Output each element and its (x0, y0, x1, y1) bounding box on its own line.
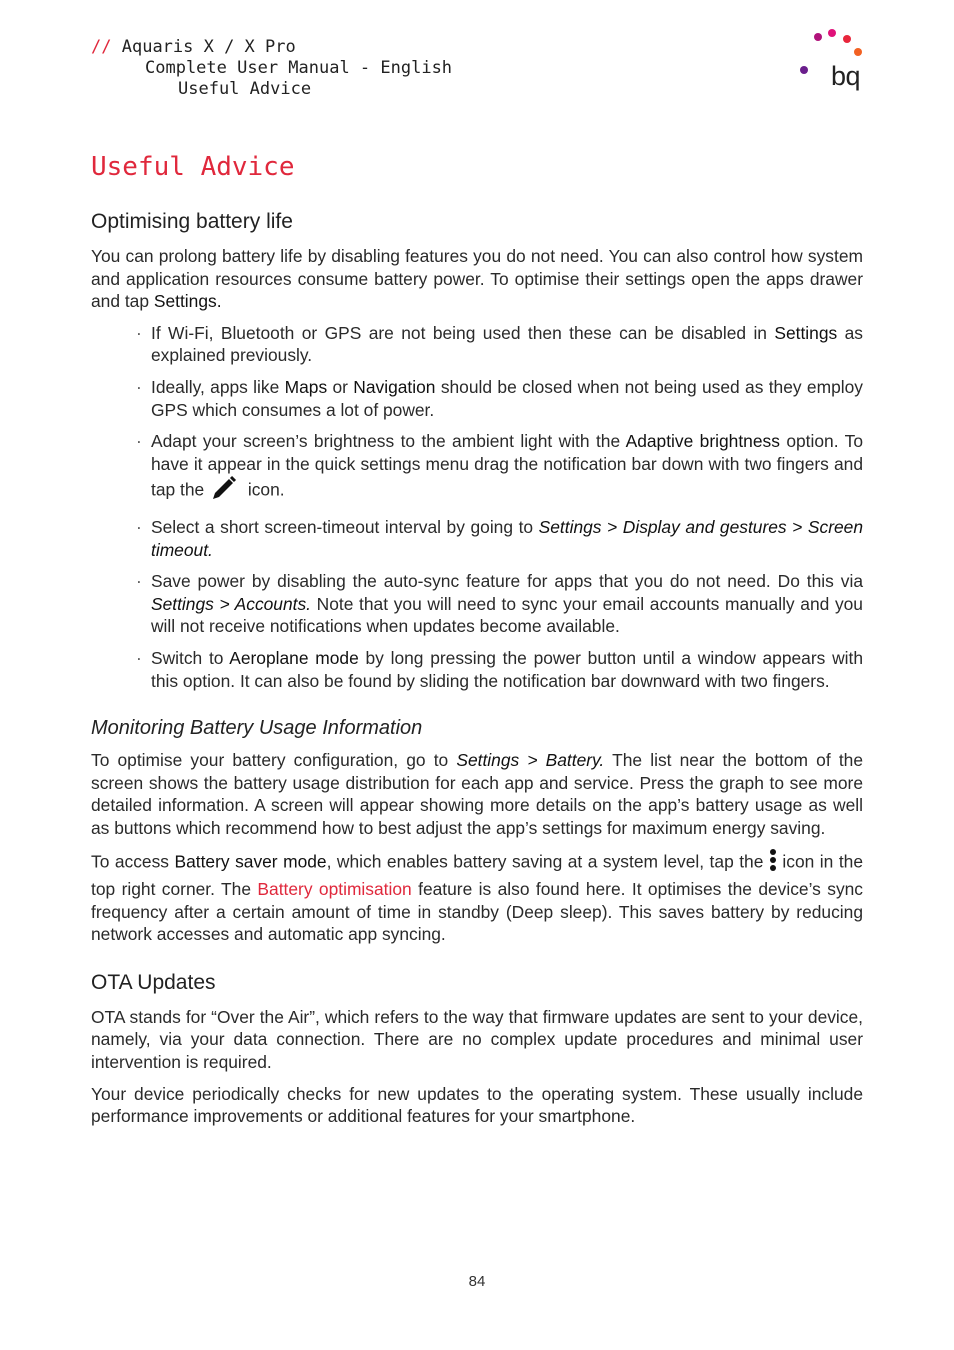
text: icon. (243, 479, 285, 500)
text: , which enables battery saving at a syst… (326, 851, 769, 872)
section-heading-monitoring: Monitoring Battery Usage Information (91, 717, 423, 740)
list-item: · Save power by disabling the auto-sync f… (91, 570, 863, 638)
list-item: · Adapt your screen’s brightness to the a… (91, 430, 863, 507)
bullet: · (136, 571, 142, 592)
term: Aeroplane mode (229, 647, 359, 668)
bullet: · (136, 322, 142, 343)
text: Ideally, apps like (151, 376, 285, 397)
text: or (327, 376, 354, 397)
list-item: · If Wi-Fi, Bluetooth or GPS are not bein… (91, 322, 863, 367)
bullet: · (136, 516, 142, 537)
logo-dot (800, 66, 808, 74)
list-item: · Select a short screen-timeout interval … (91, 516, 863, 561)
header-line-1: // Aquaris X / X Pro (91, 37, 452, 58)
term: Adaptive brightness (625, 431, 780, 452)
logo-dot (828, 29, 836, 37)
page-number: 84 (468, 1273, 486, 1290)
section-heading-ota: OTA Updates (91, 970, 216, 994)
list-item: · Switch to Aeroplane mode by long pressi… (91, 647, 863, 692)
text: Save power by disabling the auto-sync fe… (151, 571, 863, 592)
term: Settings (774, 322, 838, 343)
text: To optimise your battery configuration, … (91, 750, 457, 771)
text: To access (91, 851, 175, 872)
term: Battery saver mode (174, 851, 327, 872)
header-slashes: // (91, 37, 112, 57)
battery-intro: You can prolong battery life by disablin… (91, 245, 863, 313)
monitoring-paragraph-2: To access Battery saver mode, which enab… (91, 848, 863, 945)
document-header: // Aquaris X / X Pro Complete User Manua… (91, 37, 452, 100)
bullet: · (136, 376, 142, 397)
battery-optimisation-term: Battery optimisation (257, 879, 412, 900)
logo-dot (843, 35, 851, 43)
logo-dot (854, 48, 862, 56)
page-title: Useful Advice (91, 152, 295, 182)
header-line-2: Complete User Manual - English (145, 58, 453, 78)
header-line-3: Useful Advice (178, 79, 312, 99)
more-vertical-icon (769, 848, 777, 878)
settings-path: Settings > Battery. (456, 750, 605, 771)
bullet: · (136, 431, 142, 452)
list-item: · Ideally, apps like Maps or Navigation s… (91, 376, 863, 421)
bq-logo: bq (796, 26, 866, 96)
text: Adapt your screen’s brightness to the am… (151, 431, 626, 452)
pencil-icon (209, 475, 243, 507)
term: Maps (284, 376, 328, 397)
monitoring-paragraph-1: To optimise your battery configuration, … (91, 749, 863, 839)
settings-term: Settings. (153, 291, 222, 312)
text: Select a short screen-timeout interval b… (151, 516, 539, 537)
ota-paragraph-2: Your device periodically checks for new … (91, 1083, 863, 1127)
logo-dot (814, 33, 822, 41)
logo-text: bq (831, 61, 861, 91)
battery-tips-list: · If Wi-Fi, Bluetooth or GPS are not bein… (91, 322, 863, 692)
section-heading-battery: Optimising battery life (91, 210, 293, 233)
header-product: Aquaris X / X Pro (121, 37, 296, 57)
text: If Wi-Fi, Bluetooth or GPS are not being… (151, 322, 775, 343)
main-content: Optimising battery life You can prolong … (91, 208, 863, 1137)
term: Navigation (353, 376, 436, 397)
settings-path: Settings > Accounts. (151, 593, 312, 614)
bullet: · (136, 647, 142, 668)
text: Switch to (151, 647, 230, 668)
ota-paragraph-1: OTA stands for “Over the Air”, which ref… (91, 1006, 863, 1073)
